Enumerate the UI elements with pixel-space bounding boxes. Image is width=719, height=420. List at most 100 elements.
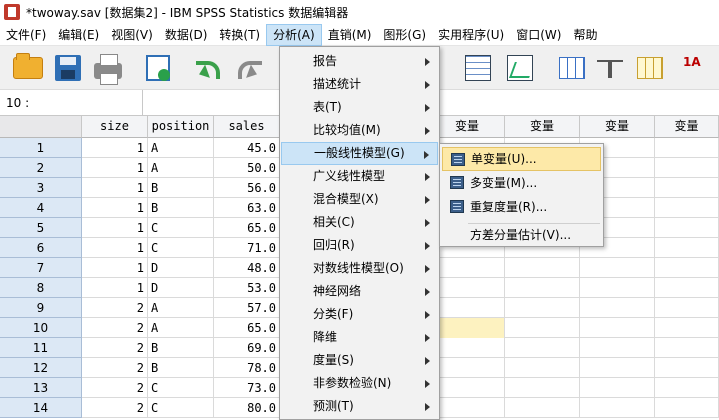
split-file-button[interactable] <box>556 52 588 84</box>
column-header-var[interactable]: 变量 <box>505 116 580 138</box>
cell-position[interactable]: B <box>148 358 214 378</box>
cell-position[interactable]: B <box>148 338 214 358</box>
analyze-menu-item[interactable]: 报告 <box>281 50 438 73</box>
value-table-button[interactable] <box>634 52 666 84</box>
analyze-menu-item[interactable]: 预测(T) <box>281 395 438 418</box>
row-number[interactable]: 6 <box>0 238 82 258</box>
menu-file[interactable]: 文件(F) <box>0 24 52 46</box>
cell-size[interactable]: 1 <box>82 278 148 298</box>
select-cases-button[interactable] <box>462 52 494 84</box>
cell-position[interactable]: C <box>148 398 214 418</box>
cell-sales[interactable]: 73.0 <box>214 378 280 398</box>
cell-size[interactable]: 1 <box>82 158 148 178</box>
menu-utilities[interactable]: 实用程序(U) <box>432 24 510 46</box>
cell-position[interactable]: C <box>148 378 214 398</box>
cell-size[interactable]: 1 <box>82 138 148 158</box>
analyze-menu-item[interactable]: 相关(C) <box>281 211 438 234</box>
menu-edit[interactable]: 编辑(E) <box>52 24 105 46</box>
cell-empty[interactable] <box>505 278 580 298</box>
analyze-menu-item[interactable]: 广义线性模型 <box>281 165 438 188</box>
cell-sales[interactable]: 56.0 <box>214 178 280 198</box>
cell-position[interactable]: A <box>148 318 214 338</box>
menu-analyze[interactable]: 分析(A) <box>266 23 322 46</box>
cell-position[interactable]: A <box>148 138 214 158</box>
cell-empty[interactable] <box>655 138 719 158</box>
cell-sales[interactable]: 53.0 <box>214 278 280 298</box>
cell-size[interactable]: 2 <box>82 318 148 338</box>
open-button[interactable] <box>12 52 44 84</box>
column-header-var[interactable]: 变量 <box>580 116 655 138</box>
cell-empty[interactable] <box>505 258 580 278</box>
cell-sales[interactable]: 63.0 <box>214 198 280 218</box>
cell-sales[interactable]: 65.0 <box>214 318 280 338</box>
cell-position[interactable]: A <box>148 298 214 318</box>
row-number[interactable]: 2 <box>0 158 82 178</box>
cell-empty[interactable] <box>655 238 719 258</box>
analyze-menu-item[interactable]: 对数线性模型(O) <box>281 257 438 280</box>
cell-empty[interactable] <box>655 378 719 398</box>
cell-empty[interactable] <box>430 278 505 298</box>
cell-sales[interactable]: 57.0 <box>214 298 280 318</box>
cell-empty[interactable] <box>655 398 719 418</box>
menu-window[interactable]: 窗口(W) <box>510 24 567 46</box>
cell-position[interactable]: C <box>148 218 214 238</box>
cell-empty[interactable] <box>505 298 580 318</box>
cell-empty[interactable] <box>655 258 719 278</box>
cell-empty[interactable] <box>505 318 580 338</box>
analyze-menu-item[interactable]: 表(T) <box>281 96 438 119</box>
cell-size[interactable]: 2 <box>82 338 148 358</box>
cell-empty[interactable] <box>655 358 719 378</box>
weight-cases-button[interactable] <box>594 52 626 84</box>
cell-empty[interactable] <box>430 378 505 398</box>
menu-graphs[interactable]: 图形(G) <box>377 24 432 46</box>
cell-sales[interactable]: 65.0 <box>214 218 280 238</box>
redo-button[interactable] <box>232 52 264 84</box>
cell-empty[interactable] <box>655 218 719 238</box>
cell-empty[interactable] <box>655 178 719 198</box>
cell-position[interactable]: C <box>148 238 214 258</box>
column-header-position[interactable]: position <box>148 116 214 138</box>
cell-empty[interactable] <box>580 358 655 378</box>
recall-dialog-button[interactable] <box>142 52 174 84</box>
column-header-size[interactable]: size <box>82 116 148 138</box>
cell-size[interactable]: 2 <box>82 378 148 398</box>
cell-empty[interactable] <box>505 398 580 418</box>
submenu-univariate[interactable]: 单变量(U)... <box>442 147 601 171</box>
row-number[interactable]: 7 <box>0 258 82 278</box>
print-button[interactable] <box>92 52 124 85</box>
row-number[interactable]: 4 <box>0 198 82 218</box>
menu-view[interactable]: 视图(V) <box>105 24 159 46</box>
row-number[interactable]: 10 <box>0 318 82 338</box>
cell-empty[interactable] <box>430 298 505 318</box>
analyze-menu-item[interactable]: 非参数检验(N) <box>281 372 438 395</box>
cell-empty[interactable] <box>655 158 719 178</box>
cell-empty[interactable] <box>580 338 655 358</box>
cell-empty[interactable] <box>430 318 505 338</box>
cell-sales[interactable]: 45.0 <box>214 138 280 158</box>
cell-empty[interactable] <box>580 378 655 398</box>
analyze-menu-item[interactable]: 分类(F) <box>281 303 438 326</box>
cell-empty[interactable] <box>655 198 719 218</box>
cell-empty[interactable] <box>430 258 505 278</box>
analyze-menu-item[interactable]: 度量(S) <box>281 349 438 372</box>
cell-empty[interactable] <box>430 398 505 418</box>
cell-empty[interactable] <box>505 338 580 358</box>
cell-position[interactable]: D <box>148 278 214 298</box>
cell-size[interactable]: 2 <box>82 398 148 418</box>
row-number[interactable]: 12 <box>0 358 82 378</box>
analyze-menu-item[interactable]: 回归(R) <box>281 234 438 257</box>
row-number[interactable]: 11 <box>0 338 82 358</box>
cell-empty[interactable] <box>580 318 655 338</box>
column-header-var[interactable]: 变量 <box>655 116 719 138</box>
cell-empty[interactable] <box>655 298 719 318</box>
cell-size[interactable]: 1 <box>82 258 148 278</box>
value-labels-button[interactable]: 1A <box>682 52 714 84</box>
submenu-repeated-measures[interactable]: 重复度量(R)... <box>442 195 601 219</box>
cell-empty[interactable] <box>655 278 719 298</box>
row-number[interactable]: 5 <box>0 218 82 238</box>
analyze-menu-item[interactable]: 描述统计 <box>281 73 438 96</box>
cell-size[interactable]: 2 <box>82 358 148 378</box>
analyze-menu-item[interactable]: 一般线性模型(G) <box>281 142 438 165</box>
cell-empty[interactable] <box>655 338 719 358</box>
cell-size[interactable]: 1 <box>82 178 148 198</box>
